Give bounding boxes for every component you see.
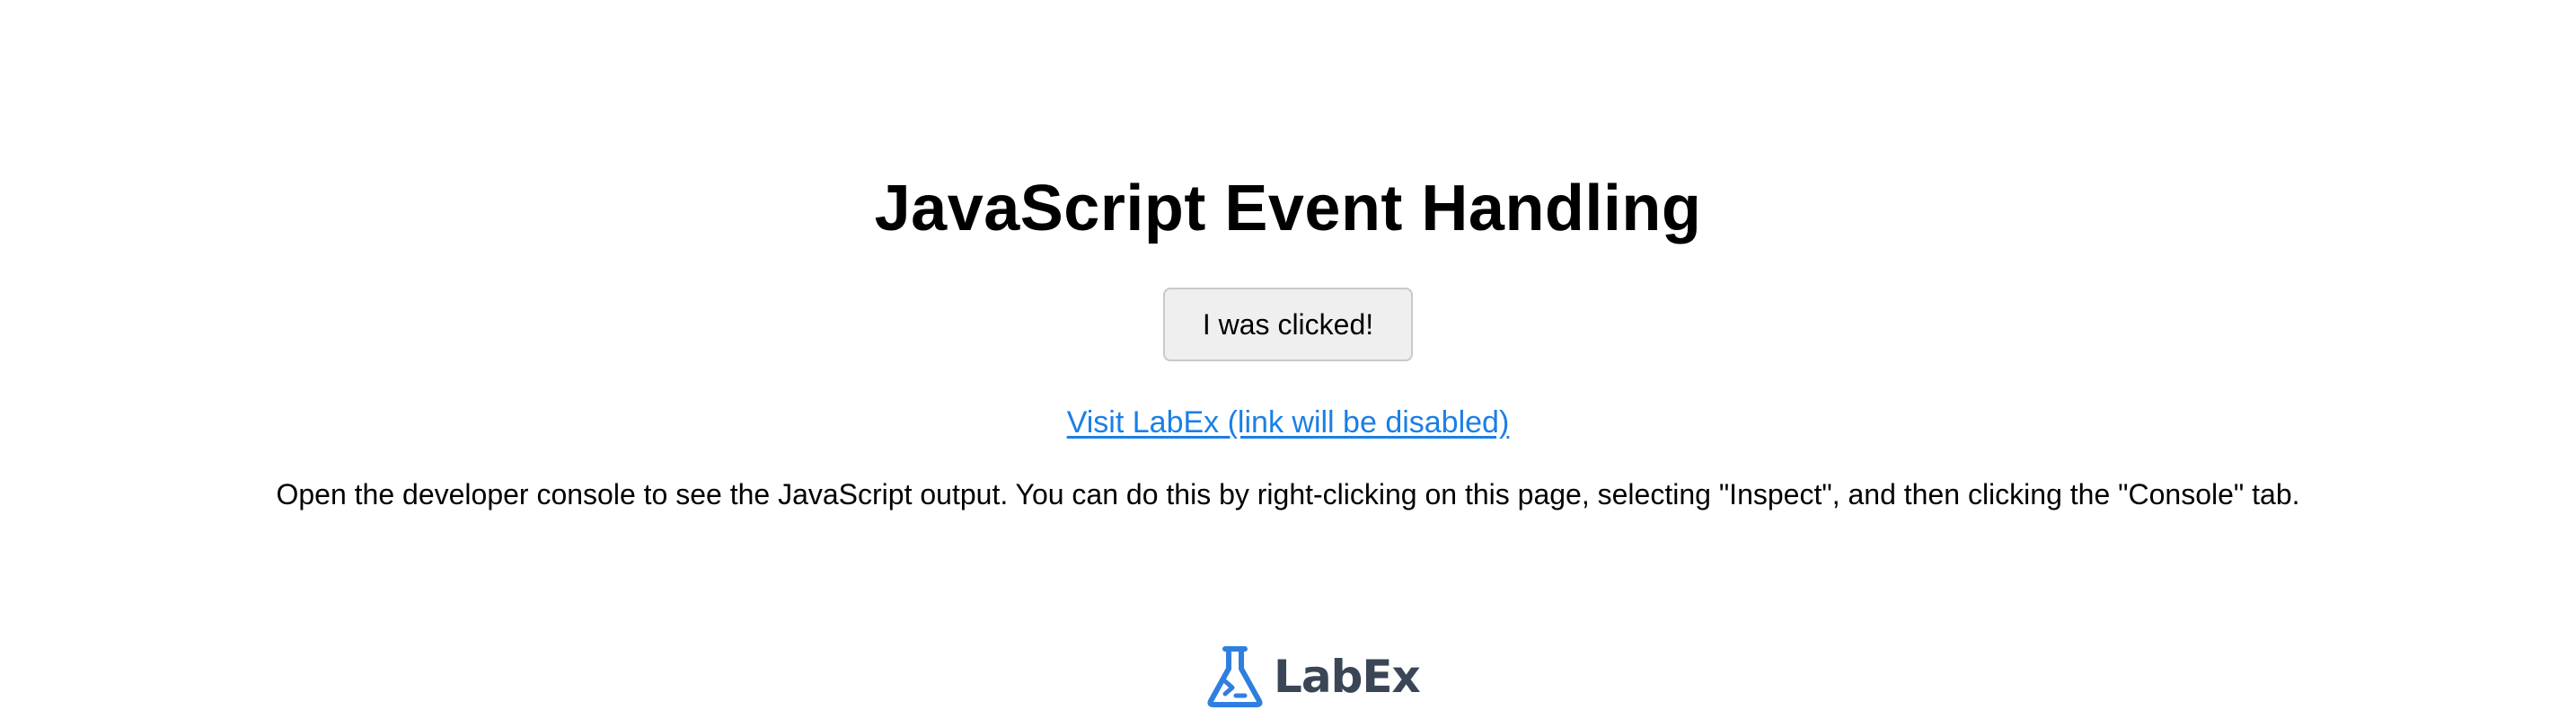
flask-terminal-icon (1207, 646, 1263, 707)
instructions-text: Open the developer console to see the Ja… (276, 478, 2300, 510)
button-container: I was clicked! (0, 288, 2576, 361)
link-container: Visit LabEx (link will be disabled) (0, 403, 2576, 442)
logo-wordmark: LabEx (1274, 651, 1421, 703)
page-title: JavaScript Event Handling (874, 173, 1702, 244)
labex-logo: LabEx (1205, 644, 1421, 710)
page: JavaScript Event Handling I was clicked!… (0, 0, 2576, 728)
click-me-button[interactable]: I was clicked! (1163, 288, 1413, 361)
visit-labex-link[interactable]: Visit LabEx (link will be disabled) (1067, 405, 1510, 439)
